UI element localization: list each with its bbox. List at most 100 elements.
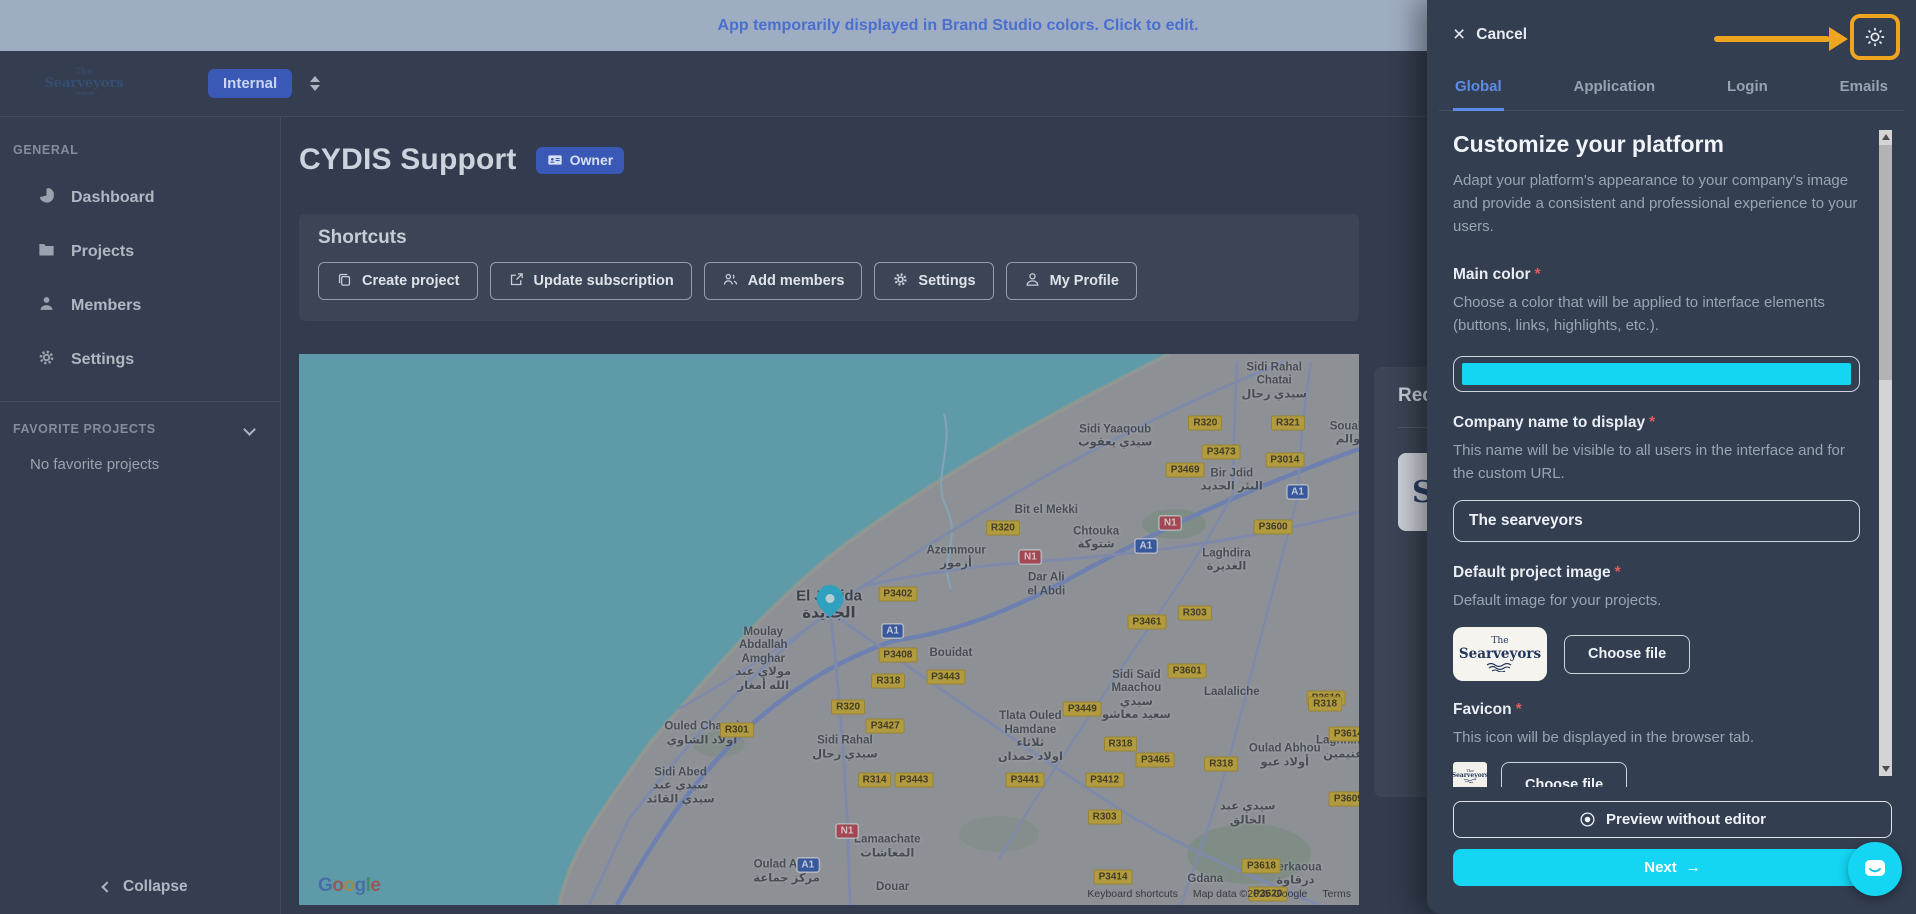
map-attribution-item[interactable]: Keyboard shortcuts [1087,888,1177,900]
map-road-badge: N1 [1160,517,1181,530]
folder-icon [37,240,56,264]
scroll-down-arrow-icon[interactable] [1882,766,1890,772]
company-name-label: Company name to display* [1453,414,1860,432]
map-town-label: Bouidat [929,648,972,662]
create-project-button[interactable]: Create project [318,262,478,300]
map-town-label: Sidi SaïdMaachouسيديسعيد معاشو [1102,668,1171,722]
project-image-choose-file-button[interactable]: Choose file [1564,635,1690,674]
sidebar-item-projects[interactable]: Projects [0,225,280,279]
map-road-badge: P3443 [894,773,933,788]
map-road-badge: R320 [1188,415,1222,430]
add-members-button[interactable]: Add members [704,262,863,300]
map-road-badge: P3449 [1063,701,1102,716]
map-road-badge: P3461 [1128,615,1167,630]
map-road-badge: P3441 [1006,773,1045,788]
environment-badge[interactable]: Internal [208,69,292,98]
map-road-badge: P3414 [1094,870,1133,885]
sidebar-item-dashboard[interactable]: Dashboard [0,171,280,225]
scrollbar-thumb[interactable] [1879,145,1892,380]
close-icon[interactable]: × [1453,24,1465,45]
tab-application[interactable]: Application [1571,70,1657,110]
map-road-badge: R314 [858,773,892,788]
environment-switcher-icon[interactable] [310,76,320,91]
settings-button[interactable]: Settings [874,262,993,300]
sidebar-item-members[interactable]: Members [0,279,280,333]
tab-login[interactable]: Login [1725,70,1770,110]
theme-toggle-button[interactable] [1850,14,1900,60]
waves-icon [1485,663,1515,672]
map-road-badge: R318 [1104,736,1138,751]
map-road-badge: R318 [1204,756,1238,771]
panel-scrollbar[interactable] [1879,130,1892,776]
map-road-badge: P3618 [1242,859,1281,874]
map-road-badge: R320 [986,520,1020,535]
scroll-up-arrow-icon[interactable] [1882,134,1890,140]
map-town-label: Soualemسوالم [1330,420,1359,447]
color-swatch[interactable] [1462,363,1851,385]
map-town-label: Sidi Rahalسيدي رحال [812,734,878,761]
map-road-badge: P3465 [1136,753,1175,768]
update-subscription-button[interactable]: Update subscription [490,262,692,300]
map-road-badge: A1 [797,858,818,871]
external-link-icon [508,271,525,292]
panel-heading: Customize your platform [1453,131,1860,158]
shortcuts-title: Shortcuts [318,227,1340,249]
gear-icon [37,348,56,372]
sidebar-item-settings[interactable]: Settings [0,333,280,387]
main-color-picker[interactable] [1453,356,1860,392]
sidebar-item-label: Settings [71,351,134,369]
map-town-label: Douar [876,882,909,896]
map-town-label: Bit el Mekki [1015,504,1078,518]
map-attribution-item[interactable]: Terms [1322,888,1351,900]
shortcut-button-label: Create project [362,273,460,289]
company-name-input[interactable] [1453,500,1860,542]
map-road-badge: R320 [831,699,865,714]
sidebar-section-general: GENERAL [13,143,280,157]
chevron-down-icon[interactable] [243,423,256,436]
map-town-label: Tlata OuledHamdaneثلاثاءاولاد حمدان [998,710,1063,764]
banner-text[interactable]: App temporarily displayed in Brand Studi… [718,17,1199,35]
company-logo[interactable]: The Searveyors ≈≈≈ [36,68,132,99]
cancel-button[interactable]: × Cancel [1453,24,1527,45]
map-town-label: MoulayAbdallahAmgharمولاي عبدالله أمغار [735,626,791,694]
favicon-choose-file-button[interactable]: Choose file [1501,762,1627,787]
map-town-label: Oulad Abhouأولاد عبو [1249,743,1321,770]
next-button[interactable]: Next → [1453,849,1892,886]
required-mark: * [1649,414,1655,431]
owner-badge: Owner [536,147,625,174]
sidebar-collapse-button[interactable]: Collapse [103,878,188,896]
map-road-badge: P3443 [926,669,965,684]
map-town-label: Dar Aliel Abdi [1027,572,1065,599]
my-profile-button[interactable]: My Profile [1006,262,1137,300]
page-title: CYDIS Support [299,143,517,177]
chat-widget-button[interactable] [1848,842,1902,896]
map-town-label: Lamaachateالمعاشات [854,834,920,861]
tab-global[interactable]: Global [1453,70,1504,111]
company-name-description: This name will be visible to all users i… [1453,440,1860,486]
favicon-preview: The Searveyors [1453,762,1487,787]
sidebar-divider [0,401,280,402]
shortcuts-panel: Shortcuts Create project Update subscrip… [299,214,1359,321]
google-map[interactable]: Sidi RahalChataiسيدي رحال Soualemسوالم Sid… [299,354,1359,905]
map-attribution-item[interactable]: Map data ©2025 Google [1193,888,1308,900]
highlight-arrow [1714,36,1830,42]
map-terrain [299,354,1359,905]
map-road-badge: A1 [1287,485,1308,498]
map-town-label: Sidi Abedسيدي عبدسيدي القائد [646,766,714,807]
map-road-badge: P3601 [1168,664,1207,679]
waves-icon: ≈≈≈ [36,90,132,99]
project-image-preview: The Searveyors [1453,627,1547,681]
panel-intro: Adapt your platform's appearance to your… [1453,170,1860,238]
required-mark: * [1615,564,1621,581]
preview-without-editor-button[interactable]: Preview without editor [1453,801,1892,838]
eye-icon [1579,811,1596,828]
map-town-label: Laalaliche [1204,686,1260,700]
chevron-left-icon [101,881,112,892]
map-road-badge: P3609 [1329,791,1359,806]
id-card-icon [547,152,563,168]
map-town-label: Azemmourأزمور [926,544,985,571]
arrow-right-icon: → [1686,859,1701,876]
tab-emails[interactable]: Emails [1838,70,1890,110]
sidebar-item-label: Dashboard [71,189,155,207]
map-town-label: Sidi RahalChataiسيدي رحال [1241,361,1307,402]
